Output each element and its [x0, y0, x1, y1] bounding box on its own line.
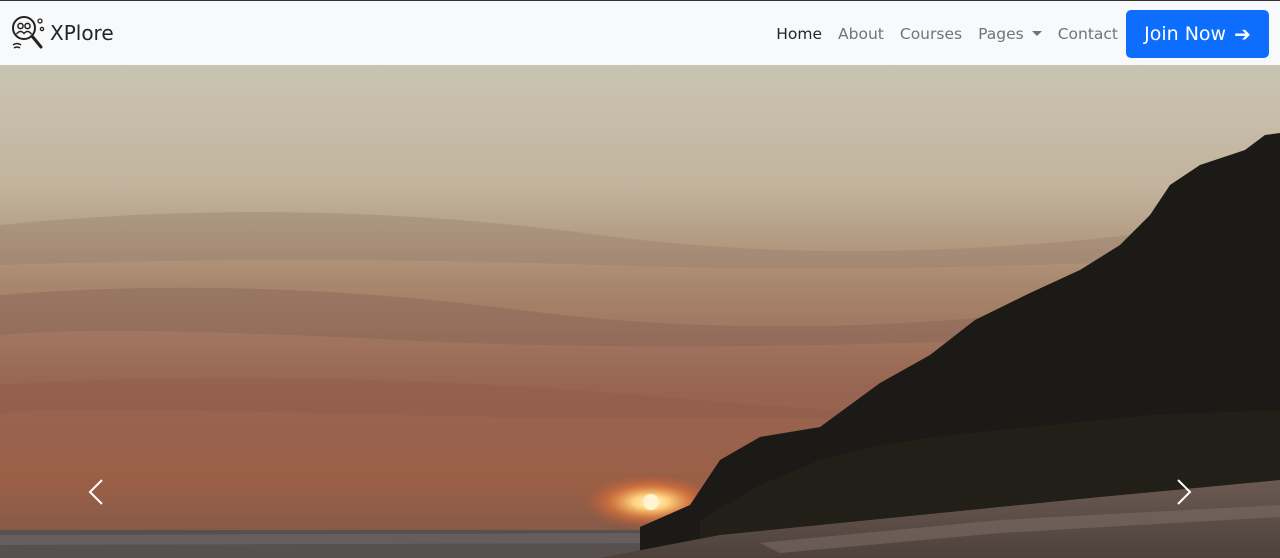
magnifier-people-icon [12, 16, 45, 49]
nav-home[interactable]: Home [776, 25, 822, 43]
join-now-button[interactable]: Join Now ➔ [1126, 10, 1269, 58]
nav-pages-dropdown[interactable]: Pages [978, 25, 1042, 43]
nav-courses[interactable]: Courses [900, 25, 962, 43]
nav-pages-label: Pages [978, 24, 1024, 43]
hero-carousel [0, 65, 1280, 558]
hero-slide-image [0, 65, 1280, 558]
carousel-prev-button[interactable] [76, 477, 116, 507]
nav-about[interactable]: About [838, 25, 884, 43]
chevron-left-icon [88, 479, 103, 505]
carousel-next-button[interactable] [1164, 477, 1204, 507]
chevron-right-icon [1177, 479, 1192, 505]
navbar: XPlore Home About Courses Pages Contact … [0, 0, 1280, 65]
main-nav: Home About Courses Pages Contact [760, 1, 1118, 66]
brand-name: XPlore [50, 21, 114, 45]
caret-down-icon [1031, 30, 1042, 36]
brand-link[interactable]: XPlore [11, 15, 114, 51]
nav-contact[interactable]: Contact [1058, 25, 1118, 43]
join-now-label: Join Now [1144, 23, 1227, 45]
arrow-right-icon: ➔ [1234, 22, 1251, 46]
